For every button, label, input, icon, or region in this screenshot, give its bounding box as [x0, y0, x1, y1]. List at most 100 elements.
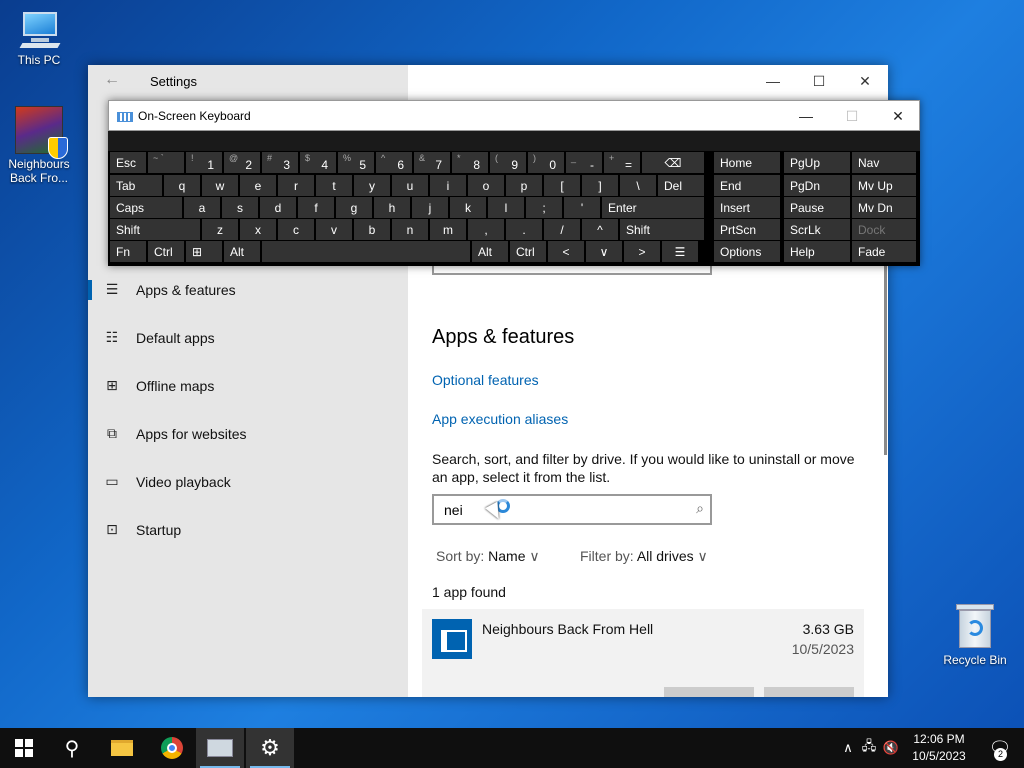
key-;[interactable]: ; [526, 197, 562, 218]
key-nav-scrlk[interactable]: ScrLk [784, 219, 850, 240]
file-explorer-button[interactable] [98, 728, 146, 768]
key-nav-mv-up[interactable]: Mv Up [852, 175, 916, 196]
key-13[interactable]: + = [604, 152, 640, 173]
key-nav-pgup[interactable]: PgUp [784, 152, 850, 173]
key-r5-9[interactable]: > [624, 241, 660, 262]
key-r5-10[interactable]: ☰ [662, 241, 698, 262]
uninstall-button[interactable] [764, 687, 854, 697]
key-t[interactable]: t [316, 175, 352, 196]
key-r5-7[interactable]: < [548, 241, 584, 262]
key-5[interactable]: $4 [300, 152, 336, 173]
key-r5-0[interactable]: Fn [110, 241, 146, 262]
key-r5-2[interactable]: ⊞ [186, 241, 222, 262]
osk-taskbar-button[interactable] [196, 728, 244, 768]
key-nav-end[interactable]: End [714, 175, 780, 196]
key-3[interactable]: @2 [224, 152, 260, 173]
key-r4-6[interactable]: n [392, 219, 428, 240]
key-4[interactable]: #3 [262, 152, 298, 173]
app-search-input[interactable] [434, 496, 674, 523]
key-i[interactable]: i [430, 175, 466, 196]
key-nav-pause[interactable]: Pause [784, 197, 850, 218]
settings-taskbar-button[interactable]: ⚙ [246, 728, 294, 768]
key-1[interactable]: ~ ` [148, 152, 184, 173]
settings-titlebar[interactable]: ← Settings — ☐ ✕ [88, 65, 888, 97]
key-k[interactable]: k [450, 197, 486, 218]
osk-titlebar[interactable]: On-Screen Keyboard — ☐ ✕ [108, 100, 920, 131]
key-s[interactable]: s [222, 197, 258, 218]
key-nav-nav[interactable]: Nav [852, 152, 916, 173]
key-y[interactable]: y [354, 175, 390, 196]
app-list-item[interactable]: Neighbours Back From Hell 3.63 GB 10/5/2… [422, 609, 864, 697]
key-r5-3[interactable]: Alt [224, 241, 260, 262]
key-r4-4[interactable]: v [316, 219, 352, 240]
key-r4-2[interactable]: x [240, 219, 276, 240]
key-nav-home[interactable]: Home [714, 152, 780, 173]
sort-dropdown[interactable]: Sort by: Name ∨ [436, 548, 540, 565]
key-u[interactable]: u [392, 175, 428, 196]
key-nav-pgdn[interactable]: PgDn [784, 175, 850, 196]
key-r4-5[interactable]: b [354, 219, 390, 240]
key-8[interactable]: & 7 [414, 152, 450, 173]
key-r4-10[interactable]: / [544, 219, 580, 240]
key-2[interactable]: ! 1 [186, 152, 222, 173]
app-execution-aliases-link[interactable]: App execution aliases [432, 411, 568, 427]
key-7[interactable]: ^ 6 [376, 152, 412, 173]
key-o[interactable]: o [468, 175, 504, 196]
clock[interactable]: 12:06 PM 10/5/2023 [904, 731, 974, 765]
key-caps[interactable]: Caps [110, 197, 182, 218]
key-h[interactable]: h [374, 197, 410, 218]
key-shift-right[interactable]: Shift [620, 219, 704, 240]
key-[[interactable]: [ [544, 175, 580, 196]
key-r4-3[interactable]: c [278, 219, 314, 240]
key-r4-11[interactable]: ^ [582, 219, 618, 240]
nav-item-video-playback[interactable]: ▭ Video playback [88, 460, 408, 504]
key-r5-8[interactable]: ∨ [586, 241, 622, 262]
key-r4-9[interactable]: . [506, 219, 542, 240]
key-r5-5[interactable]: Alt [472, 241, 508, 262]
key-tab[interactable]: Tab [110, 175, 162, 196]
key-r5-1[interactable]: Ctrl [148, 241, 184, 262]
key-nav-insert[interactable]: Insert [714, 197, 780, 218]
maximize-button[interactable]: ☐ [796, 65, 842, 97]
key-a[interactable]: a [184, 197, 220, 218]
key-g[interactable]: g [336, 197, 372, 218]
nav-item-apps-websites[interactable]: ⧉ Apps for websites [88, 412, 408, 456]
filter-dropdown[interactable]: Filter by: All drives ∨ [580, 548, 708, 565]
key-0[interactable]: Esc [110, 152, 146, 173]
key-nav-help[interactable]: Help [784, 241, 850, 262]
key-nav-prtscn[interactable]: PrtScn [714, 219, 780, 240]
key-r[interactable]: r [278, 175, 314, 196]
key-r4-8[interactable]: , [468, 219, 504, 240]
app-search-box[interactable]: ⌕ [432, 494, 712, 525]
nav-item-startup[interactable]: ⊡ Startup [88, 508, 408, 552]
key-q[interactable]: q [164, 175, 200, 196]
network-icon[interactable]: 🖧 [858, 737, 880, 759]
key-l[interactable]: l [488, 197, 524, 218]
desktop-icon-neighbours[interactable]: Neighbours Back Fro... [4, 106, 74, 185]
key-enter[interactable]: Enter [602, 197, 704, 218]
key-del[interactable]: Del [658, 175, 704, 196]
search-button[interactable]: ⚲ [48, 728, 96, 768]
key-e[interactable]: e [240, 175, 276, 196]
start-button[interactable] [0, 728, 48, 768]
key-\[interactable]: \ [620, 175, 656, 196]
desktop-icon-this-pc[interactable]: This PC [4, 10, 74, 67]
key-r4-7[interactable]: m [430, 219, 466, 240]
key-nav-fade[interactable]: Fade [852, 241, 916, 262]
key-9[interactable]: * 8 [452, 152, 488, 173]
key-w[interactable]: w [202, 175, 238, 196]
key-d[interactable]: d [260, 197, 296, 218]
key-11[interactable]: ) 0 [528, 152, 564, 173]
key-shift-left[interactable]: Shift [110, 219, 200, 240]
key-10[interactable]: (9 [490, 152, 526, 173]
key-nav-mv-dn[interactable]: Mv Dn [852, 197, 916, 218]
minimize-button[interactable]: — [750, 65, 796, 97]
key-r5-4[interactable] [262, 241, 470, 262]
search-icon[interactable]: ⌕ [696, 500, 704, 517]
optional-features-link[interactable]: Optional features [432, 372, 539, 388]
key-nav-options[interactable]: Options [714, 241, 780, 262]
key-r5-6[interactable]: Ctrl [510, 241, 546, 262]
osk-close-button[interactable]: ✕ [875, 101, 921, 131]
key-p[interactable]: p [506, 175, 542, 196]
osk-minimize-button[interactable]: — [783, 101, 829, 131]
